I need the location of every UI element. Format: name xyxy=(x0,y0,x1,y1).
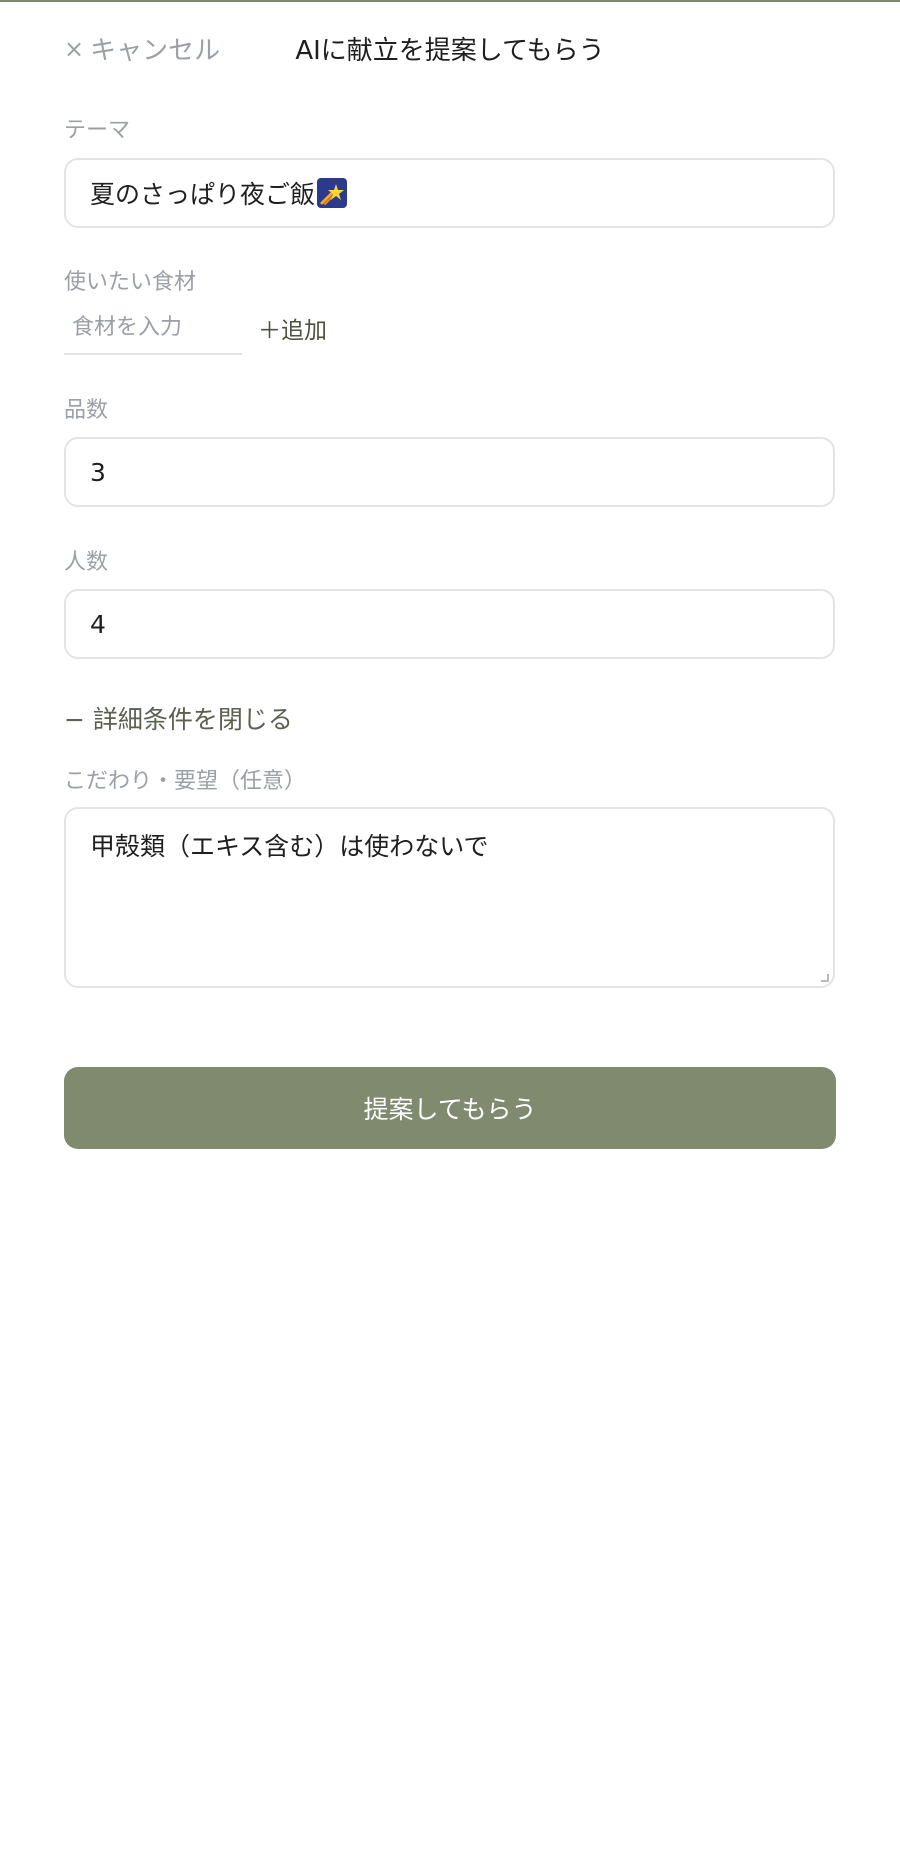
ingredient-row: ＋追加 xyxy=(64,300,327,356)
cancel-label: キャンセル xyxy=(90,36,221,66)
submit-label: 提案してもらう xyxy=(363,1095,537,1124)
people-count-input[interactable]: 4 xyxy=(64,589,835,659)
preferences-value: 甲殻類（エキス含む）は使わないで xyxy=(90,832,489,861)
people-count-value: 4 xyxy=(90,609,106,639)
theme-value: 夏のさっぱり夜ご飯 xyxy=(90,180,316,209)
people-count-label: 人数 xyxy=(64,550,109,575)
shooting-star-icon xyxy=(317,178,348,208)
preferences-label: こだわり・要望（任意） xyxy=(64,769,307,794)
preferences-textarea[interactable]: 甲殻類（エキス含む）は使わないで xyxy=(64,807,835,988)
toggle-details-link[interactable]: − 詳細条件を閉じる xyxy=(64,700,293,736)
cancel-button[interactable]: × キャンセル xyxy=(64,30,220,67)
dish-count-value: 3 xyxy=(90,457,106,487)
close-icon: × xyxy=(64,34,85,63)
add-ingredient-button[interactable]: ＋追加 xyxy=(258,311,327,345)
resize-handle[interactable] xyxy=(821,974,829,982)
ingredients-label: 使いたい食材 xyxy=(64,270,197,295)
dish-count-label: 品数 xyxy=(64,398,109,423)
theme-input[interactable]: 夏のさっぱり夜ご飯 xyxy=(64,158,835,228)
theme-label: テーマ xyxy=(64,118,131,143)
ingredient-input[interactable] xyxy=(64,301,242,355)
dish-count-input[interactable]: 3 xyxy=(64,437,835,507)
header: × キャンセル AIに献立を提案してもらう xyxy=(0,0,900,100)
submit-button[interactable]: 提案してもらう xyxy=(64,1067,836,1149)
